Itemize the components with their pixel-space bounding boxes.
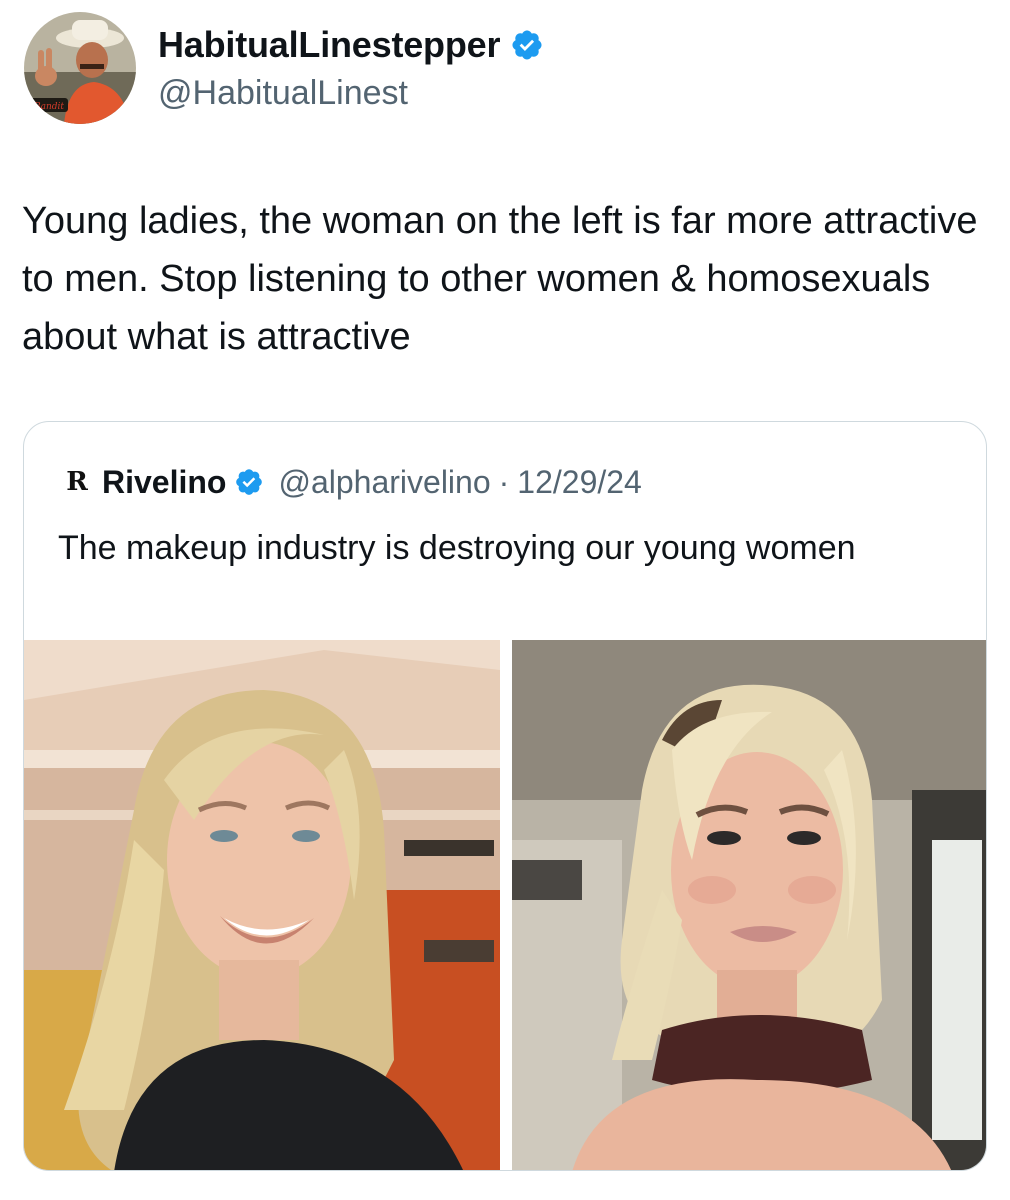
quoted-tweet-date[interactable]: 12/29/24 <box>517 464 642 501</box>
quoted-tweet-header: R Rivelino @alpharivelino · 12/29/24 <box>58 460 642 504</box>
author-display-name[interactable]: HabitualLinestepper <box>158 24 500 66</box>
media-photo-left[interactable] <box>24 640 500 1170</box>
quoted-author-display-name[interactable]: Rivelino <box>102 464 226 501</box>
photo-left-no-makeup <box>24 640 500 1170</box>
quoted-tweet-media <box>24 640 986 1170</box>
profile-photo-icon: Bandit <box>24 12 136 124</box>
media-photo-right[interactable] <box>512 640 986 1170</box>
quoted-tweet-card[interactable]: R Rivelino @alpharivelino · 12/29/24 The… <box>23 421 987 1171</box>
quoted-author-logo-icon: R <box>66 467 88 497</box>
quoted-author-handle[interactable]: @alpharivelino <box>278 464 490 501</box>
svg-text:Bandit: Bandit <box>33 102 64 112</box>
header-separator: · <box>498 463 510 500</box>
author-avatar[interactable]: Bandit <box>24 12 136 124</box>
quoted-tweet-text: The makeup industry is destroying our yo… <box>58 529 856 567</box>
author-name-row: HabitualLinestepper <box>158 22 544 68</box>
verified-badge-icon <box>236 469 263 495</box>
author-handle[interactable]: @HabitualLinest <box>158 74 408 113</box>
tweet: Bandit HabitualLinestepper @HabitualLine… <box>0 0 1010 1200</box>
verified-badge-icon <box>512 30 542 60</box>
photo-right-with-makeup <box>512 640 986 1170</box>
tweet-text: Young ladies, the woman on the left is f… <box>22 200 978 358</box>
